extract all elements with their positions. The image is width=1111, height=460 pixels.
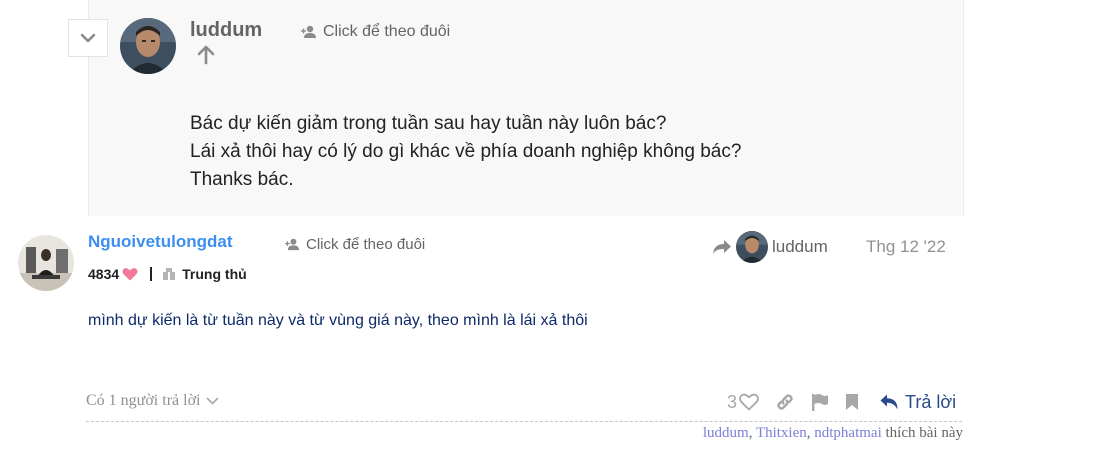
user-stats: 4834 Trung thủ [88,266,247,282]
like-button[interactable] [739,393,759,411]
topic-page: luddum Click để theo đuôi Bác dự kiến gi… [0,0,1111,460]
link-icon [777,394,793,410]
quote-line: Bác dự kiến giảm trong tuần sau hay tuần… [190,113,667,134]
quote-line: Lái xả thôi hay có lý do gì khác về phía… [190,141,742,162]
liker-username[interactable]: ndtphatmai [814,425,882,441]
bookmark-icon [846,394,859,410]
arrow-up-icon[interactable] [197,45,215,70]
user-plus-icon [301,25,316,38]
reply-icon [880,394,898,410]
likes-received-count: 4834 [88,266,120,282]
post-username[interactable]: Nguoivetulongdat [88,232,232,252]
like-count[interactable]: 3 [727,392,737,413]
replies-label: Có 1 người trả lời [86,392,201,409]
quote-follow-label: Click để theo đuôi [323,23,451,40]
liker-username[interactable]: luddum [703,425,749,441]
user-title: Trung thủ [182,266,247,282]
heart-outline-icon [739,393,759,411]
copy-link-button[interactable] [775,392,795,412]
reply-to-username: luddum [772,237,828,256]
liker-username[interactable]: Thitxien [756,425,807,441]
reply-button[interactable]: Trả lời [879,392,956,413]
chevron-down-icon [207,397,219,405]
quote-line: Thanks bác. [190,169,294,190]
flag-icon [812,393,829,411]
post-body: mình dự kiến là từ tuần này và từ vùng g… [88,312,588,329]
likers-line: luddum, Thitxien, ndtphatmai thích bài n… [703,425,963,442]
quote-body: Bác dự kiến giảm trong tuần sau hay tuần… [190,110,741,194]
reply-to-indicator[interactable]: luddum [712,231,828,263]
post-divider [86,421,962,422]
likers-suffix: thích bài này [885,425,963,441]
quote-username[interactable]: luddum [190,19,262,42]
stats-separator [150,267,153,281]
reply-to-avatar [736,231,768,263]
post-follow-label: Click để theo đuôi [306,236,426,253]
show-replies-button[interactable]: Có 1 người trả lời [86,392,219,410]
quote-avatar[interactable] [120,18,176,74]
bookmark-button[interactable] [845,393,859,411]
share-arrow-icon [713,240,731,254]
flag-button[interactable] [811,393,829,412]
liker-separator: , [748,425,756,441]
chevron-down-icon [80,33,96,43]
reply-label: Trả lời [905,391,957,412]
quote-follow-button[interactable]: Click để theo đuôi [301,23,450,41]
heart-icon [122,268,138,281]
post-date[interactable]: Thg 12 '22 [866,237,946,257]
post-follow-button[interactable]: Click để theo đuôi [285,236,425,253]
collapse-quote-button[interactable] [68,19,108,57]
book-icon [162,267,176,281]
post-avatar[interactable] [18,235,74,291]
post-controls: 3 Trả lời [727,389,956,415]
user-plus-icon [285,238,299,251]
